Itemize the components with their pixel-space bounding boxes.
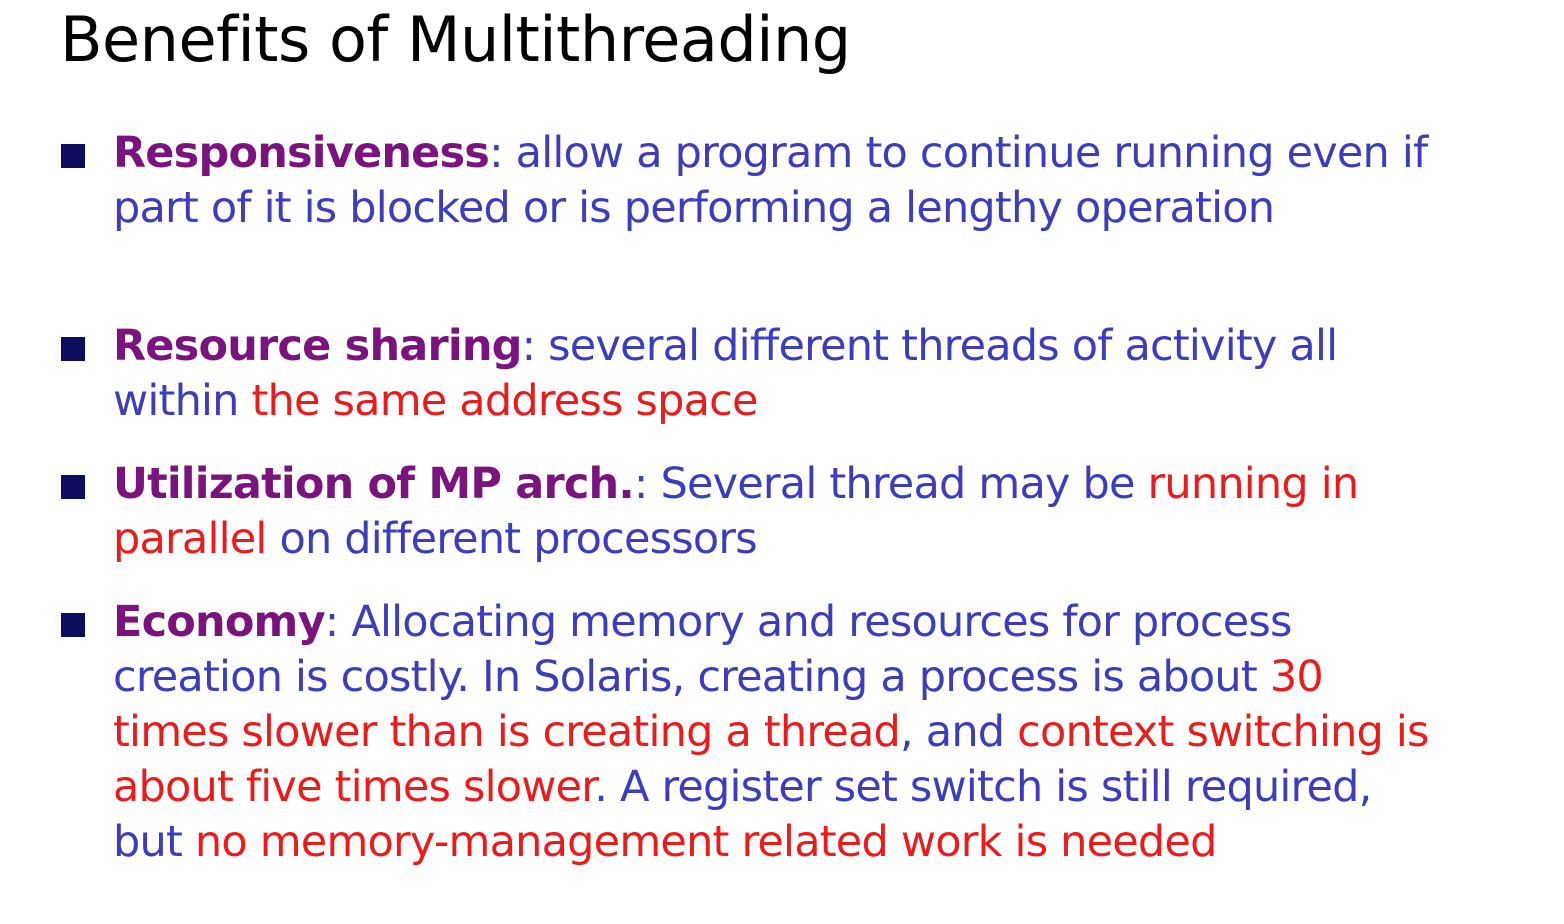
bullet-term: Resource sharing xyxy=(113,321,522,371)
square-bullet-icon xyxy=(61,337,85,361)
bullet-highlight: no memory-management related work is nee… xyxy=(194,817,1217,867)
bullet-term: Utilization of MP arch. xyxy=(113,459,635,509)
slide: Benefits of Multithreading Responsivenes… xyxy=(0,0,1564,924)
square-bullet-icon xyxy=(61,613,85,637)
bullet-highlight: the same address space xyxy=(251,376,759,426)
bullet-text: Resource sharing: several different thre… xyxy=(113,319,1443,429)
bullet-description: , and xyxy=(900,707,1018,757)
bullet-text: Utilization of MP arch.: Several thread … xyxy=(113,457,1443,567)
bullet-term: Economy xyxy=(113,597,326,647)
bullet-text: Economy: Allocating memory and resources… xyxy=(113,595,1443,870)
bullet-description: on different processors xyxy=(266,514,757,564)
square-bullet-icon xyxy=(61,475,85,499)
bullet-text: Responsiveness: allow a program to conti… xyxy=(113,126,1443,236)
square-bullet-icon xyxy=(61,144,85,168)
bullet-term: Responsiveness xyxy=(113,128,490,178)
bullet-list: Responsiveness: allow a program to conti… xyxy=(0,0,1564,924)
bullet-description: : Several thread may be xyxy=(633,459,1148,509)
